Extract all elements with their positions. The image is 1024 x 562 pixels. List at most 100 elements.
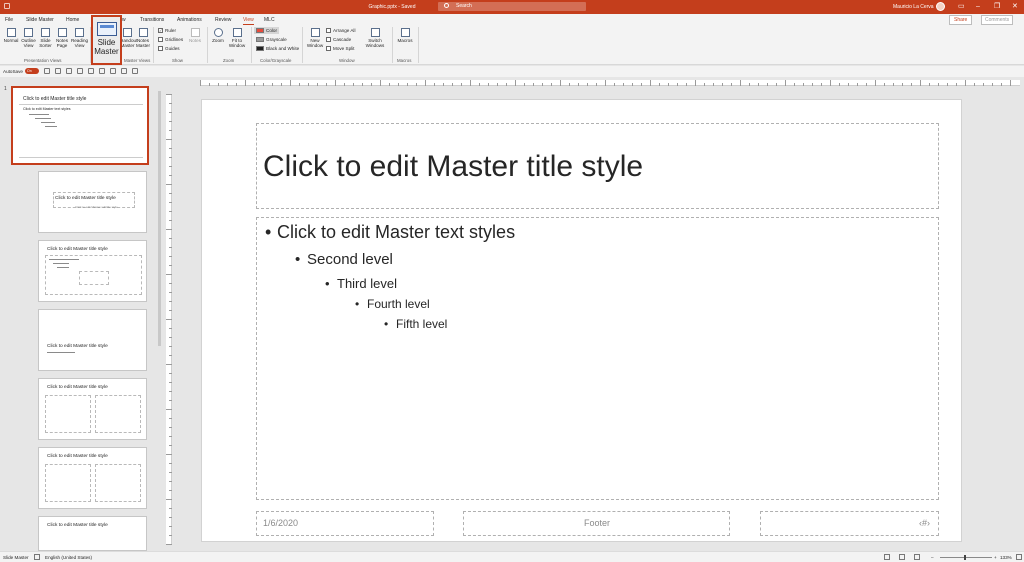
slide-master-button[interactable]: Slide Master [91,15,122,65]
thumbnail-title-layout[interactable]: Click to edit Master title style Click t… [38,171,147,233]
thumbnail-master[interactable]: Click to edit Master title style Click t… [11,86,149,165]
save-icon[interactable] [44,68,50,74]
slide-master-icon [96,22,117,36]
minimize-button[interactable]: – [976,2,980,11]
zoom-button[interactable]: Zoom [210,28,226,43]
normal-view-button[interactable]: Normal [2,28,20,43]
ruler-tick [169,346,172,347]
user-name[interactable]: Mauricio La Cerva [893,4,934,10]
date-placeholder[interactable]: 1/6/2020 [256,511,434,536]
present-icon[interactable] [77,68,83,74]
color-button[interactable]: Color [254,27,279,34]
outline-view-button[interactable]: Outline View [20,28,37,48]
ruler-tick [169,193,172,194]
notes-master-button[interactable]: Notes Master [135,28,151,48]
tab-file[interactable]: File [5,17,13,23]
ruler-tick [902,83,903,86]
ruler-tick [169,256,172,257]
thumbnail-two-content-layout[interactable]: Click to edit Master title style [38,378,147,440]
arrange-all-button[interactable]: Arrange All [326,28,355,33]
avatar[interactable] [936,2,945,11]
thumbnail-title-only-layout[interactable]: Click to edit Master title style [38,516,147,551]
align-icon[interactable] [99,68,105,74]
reading-view-icon[interactable] [914,554,920,560]
share-button[interactable]: Share [949,15,973,25]
ruler-tick [524,83,525,86]
accessibility-icon[interactable] [34,554,40,560]
ruler-tick [911,83,912,86]
slide-sorter-icon[interactable] [899,554,905,560]
close-button[interactable]: ✕ [1012,2,1018,11]
tab-review[interactable]: Review [215,17,231,23]
notes-button[interactable]: Notes [187,28,203,43]
tab-mlc[interactable]: MLC [264,17,275,23]
tab-slide-master[interactable]: Slide Master [26,17,54,23]
group-show: Show [172,58,183,63]
slide-canvas[interactable]: Click to edit Master title style Click t… [201,99,962,542]
reading-view-button[interactable]: Reading View [70,28,89,48]
ruler-tick [443,83,444,86]
gridlines-checkbox[interactable]: Gridlines [158,37,183,42]
guides-checkbox[interactable]: Guides [158,46,180,51]
autosave-toggle[interactable]: On [25,68,39,74]
new-window-button[interactable]: New Window [305,28,325,48]
zoom-level[interactable]: 133% [1000,555,1012,560]
group-presentation-views: Presentation Views [24,58,62,63]
thumbnail-comparison-layout[interactable]: Click to edit Master title style [38,447,147,509]
ruler-tick [857,83,858,86]
handout-master-button[interactable]: Handout Master [120,28,137,48]
ruler-tick [875,80,876,86]
thumbnail-section-layout[interactable]: Click to edit Master title style [38,309,147,371]
thumbnail-scrollbar[interactable] [157,83,162,543]
reading-view-icon [75,28,84,37]
body-placeholder[interactable]: Click to edit Master text styles Second … [256,217,939,500]
ribbon-display-icon[interactable]: ▭ [958,2,965,11]
ruler-checkbox[interactable]: ✓ Ruler [158,28,176,33]
switch-windows-button[interactable]: Switch Windows [362,28,388,48]
title-placeholder[interactable]: Click to edit Master title style [256,123,939,209]
footer-placeholder[interactable]: Footer [463,511,730,536]
ruler-tick [169,166,172,167]
shapes-icon[interactable] [110,68,116,74]
bold-icon[interactable] [88,68,94,74]
thumbnail-content-layout[interactable]: Click to edit Master title style [38,240,147,302]
zoom-in-icon[interactable]: + [994,555,997,560]
macros-button[interactable]: Macros [395,28,415,43]
black-white-button[interactable]: Black and White [256,46,299,51]
ruler-tick [389,83,390,86]
tab-transitions[interactable]: Transitions [140,17,164,23]
slide-number-placeholder[interactable]: ‹#› [760,511,939,536]
ruler-tick [821,83,822,86]
ruler-tick [169,121,172,122]
comments-button[interactable]: Comments [981,15,1014,25]
ruler-tick [461,83,462,86]
ruler-tick [1010,80,1011,86]
search-input[interactable]: Search [438,2,586,11]
ruler-tick [371,83,372,86]
ruler-tick [776,83,777,86]
tab-view[interactable]: View [243,17,254,25]
undo-icon[interactable] [55,68,61,74]
notes-page-button[interactable]: Notes Page [54,28,70,48]
grayscale-button[interactable]: Grayscale [256,37,287,42]
slide-sorter-button[interactable]: Slide Sorter [37,28,54,48]
language-status[interactable]: English (United States) [45,555,92,560]
fit-slide-icon[interactable] [1016,554,1022,560]
redo-icon[interactable] [66,68,72,74]
save-icon[interactable] [4,3,10,9]
fit-to-window-button[interactable]: Fit to Window [227,28,247,48]
ruler-tick [169,175,172,176]
normal-view-icon[interactable] [884,554,890,560]
tab-home[interactable]: Home [66,17,79,23]
zoom-slider[interactable] [940,555,992,560]
ruler-tick [398,83,399,86]
tab-draw[interactable]: w [122,17,126,23]
customize-icon[interactable] [132,68,138,74]
restore-button[interactable]: ❐ [994,2,1000,11]
table-icon[interactable] [121,68,127,74]
zoom-out-icon[interactable]: – [931,555,934,560]
cascade-button[interactable]: Cascade [326,37,351,42]
ruler-tick [169,517,172,518]
move-split-button[interactable]: Move Split [326,46,354,51]
tab-animations[interactable]: Animations [177,17,202,23]
